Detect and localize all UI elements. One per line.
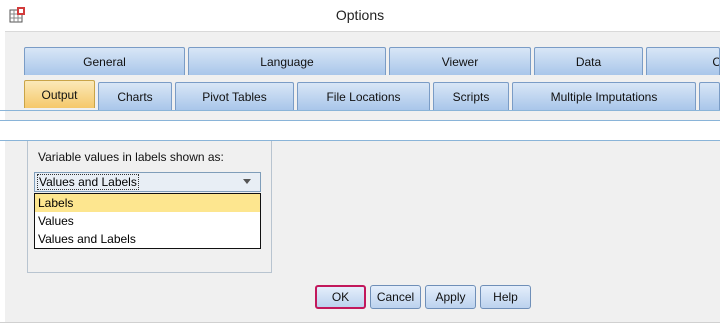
- chevron-down-icon[interactable]: [243, 179, 251, 184]
- dropdown-option-values-and-labels[interactable]: Values and Labels: [35, 230, 260, 248]
- tab-language[interactable]: Language: [188, 47, 386, 75]
- ok-button[interactable]: OK: [315, 285, 366, 309]
- tab-currency[interactable]: C: [646, 47, 720, 75]
- variable-values-combobox[interactable]: Values and Labels: [34, 172, 261, 192]
- tab-viewer[interactable]: Viewer: [389, 47, 531, 75]
- tab-multiple-imputations[interactable]: Multiple Imputations: [512, 82, 696, 110]
- tab-rule-top: [0, 110, 720, 111]
- tab-rule-mid: [0, 120, 720, 121]
- tab-data[interactable]: Data: [534, 47, 643, 75]
- tab-pivot-tables[interactable]: Pivot Tables: [175, 82, 294, 110]
- tab-partial[interactable]: [699, 82, 720, 110]
- tab-general[interactable]: General: [24, 47, 185, 75]
- combobox-value-text: Values and Labels: [37, 174, 139, 190]
- tab-currency-label: C: [712, 55, 719, 69]
- title-bar: Options: [0, 0, 720, 31]
- dropdown-option-values[interactable]: Values: [35, 212, 260, 230]
- dropdown-option-labels[interactable]: Labels: [35, 194, 260, 212]
- variable-values-label: Variable values in labels shown as:: [38, 150, 224, 164]
- content-band: [0, 120, 720, 140]
- combobox-value: Values and Labels: [37, 174, 139, 190]
- tab-file-locations[interactable]: File Locations: [297, 82, 430, 110]
- window-bottom-edge: [0, 322, 720, 327]
- cancel-button[interactable]: Cancel: [370, 285, 421, 309]
- tab-output[interactable]: Output: [24, 80, 95, 108]
- help-button[interactable]: Help: [480, 285, 531, 309]
- tab-charts[interactable]: Charts: [98, 82, 172, 110]
- tab-scripts[interactable]: Scripts: [433, 82, 509, 110]
- apply-button[interactable]: Apply: [425, 285, 476, 309]
- variable-values-dropdown: Labels Values Values and Labels: [34, 193, 261, 249]
- window-title: Options: [335, 7, 385, 23]
